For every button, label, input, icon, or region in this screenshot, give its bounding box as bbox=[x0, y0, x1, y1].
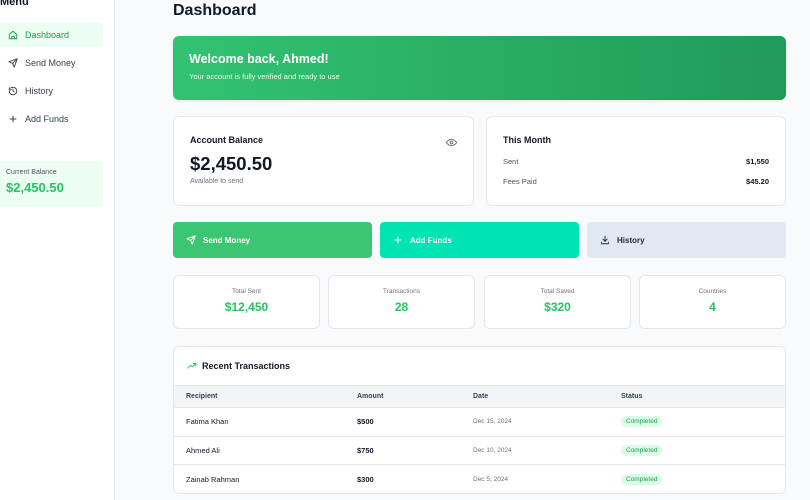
sidebar-item-history[interactable]: History bbox=[0, 79, 103, 103]
sidebar-balance-label: Current Balance bbox=[6, 169, 57, 176]
sidebar-balance-value: $2,450.50 bbox=[6, 180, 64, 195]
column-header-date: Date bbox=[473, 385, 621, 408]
month-row-value: $1,550 bbox=[746, 157, 769, 166]
plus-icon bbox=[7, 113, 19, 125]
recipient-cell: Zainab Rahman bbox=[174, 464, 357, 493]
amount-cell: $750 bbox=[357, 435, 473, 465]
status-cell: Completed bbox=[621, 435, 785, 465]
date-cell: Dec 5, 2024 bbox=[473, 464, 621, 493]
plus-icon bbox=[393, 235, 404, 246]
account-balance-card: Account Balance $2,450.50 Available to s… bbox=[173, 116, 474, 206]
add-funds-label: Add Funds bbox=[410, 235, 452, 245]
account-balance-sub: Available to send bbox=[190, 178, 244, 185]
stat-label: Transactions bbox=[383, 288, 420, 295]
stat-label: Total Sent bbox=[232, 288, 261, 295]
status-badge: Completed bbox=[621, 444, 663, 456]
date-cell: Dec 15, 2024 bbox=[473, 407, 621, 436]
status-badge: Completed bbox=[621, 473, 663, 485]
month-row-fees: Fees Paid $45.20 bbox=[503, 177, 769, 186]
table-row[interactable]: Zainab Rahman $300 Dec 5, 2024 Completed bbox=[174, 464, 785, 493]
stat-label: Total Saved bbox=[540, 288, 575, 295]
recent-transactions-card: Recent Transactions Recipient Amount Dat… bbox=[173, 346, 786, 494]
sidebar-item-dashboard[interactable]: Dashboard bbox=[0, 23, 103, 47]
history-icon bbox=[7, 85, 19, 97]
sidebar-item-label: Send Money bbox=[25, 58, 76, 68]
transactions-table: Recipient Amount Date Status Fatima Khan… bbox=[174, 385, 785, 493]
sidebar-item-label: Add Funds bbox=[25, 114, 69, 124]
account-balance-label: Account Balance bbox=[190, 135, 264, 145]
welcome-subtitle: Your account is fully verified and ready… bbox=[189, 72, 340, 81]
stat-transactions: Transactions 28 bbox=[328, 275, 475, 329]
sidebar-item-label: History bbox=[25, 86, 54, 96]
this-month-card: This Month Sent $1,550 Fees Paid $45.20 bbox=[486, 116, 786, 206]
stat-total-saved: Total Saved $320 bbox=[484, 275, 631, 329]
stat-value: 4 bbox=[709, 300, 716, 314]
sidebar-item-label: Dashboard bbox=[25, 30, 70, 40]
welcome-title: Welcome back, Ahmed! bbox=[189, 52, 329, 66]
add-funds-button[interactable]: Add Funds bbox=[380, 222, 579, 258]
eye-icon[interactable] bbox=[446, 135, 457, 147]
column-header-recipient: Recipient bbox=[174, 385, 357, 408]
table-header-row: Recipient Amount Date Status bbox=[174, 385, 785, 408]
recent-transactions-title: Recent Transactions bbox=[202, 361, 291, 371]
stat-label: Countries bbox=[698, 288, 727, 295]
status-cell: Completed bbox=[621, 464, 785, 493]
recipient-cell: Ahmed Ali bbox=[174, 435, 357, 465]
this-month-title: This Month bbox=[503, 135, 551, 145]
column-header-amount: Amount bbox=[357, 385, 473, 408]
send-money-button[interactable]: Send Money bbox=[173, 222, 372, 258]
stat-value: $12,450 bbox=[224, 300, 269, 314]
sidebar-item-add-funds[interactable]: Add Funds bbox=[0, 107, 103, 131]
stat-total-sent: Total Sent $12,450 bbox=[173, 275, 320, 329]
recipient-cell: Fatima Khan bbox=[174, 407, 357, 436]
sidebar-item-send-money[interactable]: Send Money bbox=[0, 51, 103, 75]
send-icon bbox=[7, 57, 19, 69]
home-icon bbox=[7, 29, 19, 41]
date-cell: Dec 10, 2024 bbox=[473, 435, 621, 465]
stat-countries: Countries 4 bbox=[639, 275, 786, 329]
month-row-label: Sent bbox=[503, 157, 519, 166]
menu-title: Menu bbox=[0, 0, 29, 8]
welcome-banner: Welcome back, Ahmed! Your account is ful… bbox=[173, 36, 786, 100]
table-row[interactable]: Fatima Khan $500 Dec 15, 2024 Completed bbox=[174, 407, 785, 436]
table-row[interactable]: Ahmed Ali $750 Dec 10, 2024 Completed bbox=[174, 435, 785, 465]
month-row-value: $45.20 bbox=[746, 177, 769, 186]
stat-value: $320 bbox=[544, 300, 571, 314]
column-header-status: Status bbox=[621, 385, 785, 408]
amount-cell: $500 bbox=[357, 407, 473, 436]
status-badge: Completed bbox=[621, 416, 663, 428]
history-label: History bbox=[617, 235, 645, 245]
download-icon bbox=[600, 235, 611, 246]
amount-cell: $300 bbox=[357, 464, 473, 493]
send-money-label: Send Money bbox=[203, 235, 251, 245]
account-balance-value: $2,450.50 bbox=[190, 153, 273, 174]
status-cell: Completed bbox=[621, 407, 785, 436]
month-row-sent: Sent $1,550 bbox=[503, 157, 769, 166]
sidebar: Menu Dashboard Send Money History Add Fu… bbox=[0, 0, 115, 500]
sidebar-balance-box: Current Balance $2,450.50 bbox=[0, 161, 103, 207]
send-icon bbox=[186, 234, 197, 246]
recent-transactions-header: Recent Transactions bbox=[174, 347, 785, 385]
trending-up-icon bbox=[187, 361, 197, 371]
month-row-label: Fees Paid bbox=[503, 177, 537, 186]
history-button[interactable]: History bbox=[587, 222, 786, 258]
page-title: Dashboard bbox=[173, 2, 257, 19]
stat-value: 28 bbox=[394, 300, 409, 314]
